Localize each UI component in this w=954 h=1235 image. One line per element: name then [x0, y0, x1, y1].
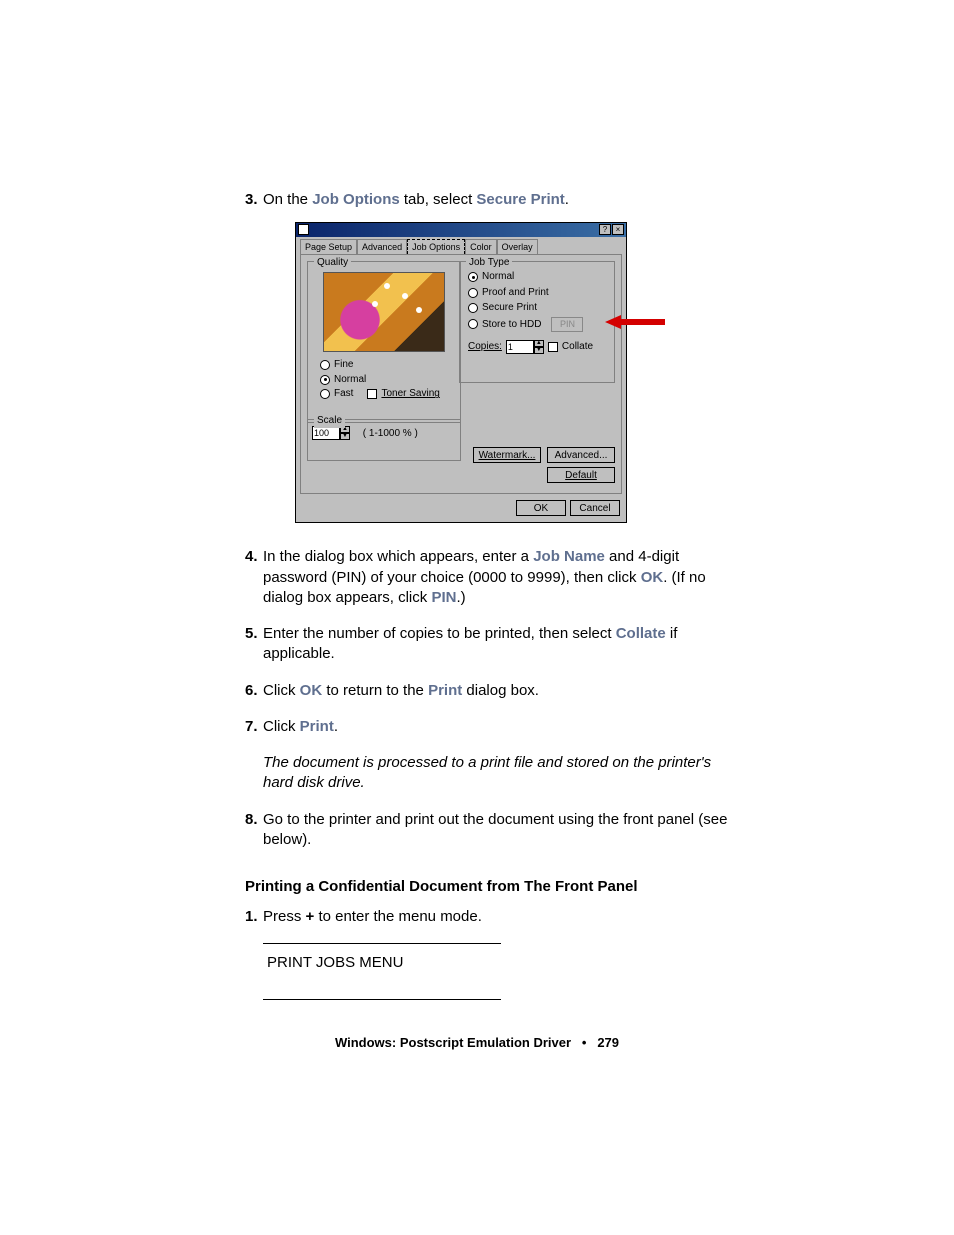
label: Proof and Print [482, 286, 549, 300]
label: Toner Saving [381, 387, 439, 401]
text: tab, select [400, 191, 477, 208]
step-5: 5. Enter the number of copies to be prin… [245, 624, 744, 665]
step-8: 8. Go to the printer and print out the d… [245, 810, 744, 851]
toner-checkbox[interactable] [367, 389, 377, 399]
group-label: Quality [314, 256, 351, 270]
step-6: 6. Click OK to return to the Print dialo… [245, 681, 744, 701]
step-7: 7. Click Print. [245, 717, 744, 737]
collate-checkbox[interactable] [548, 342, 558, 352]
radio-secure[interactable]: Secure Print [468, 301, 610, 315]
step-list: 3. On the Job Options tab, select Secure… [245, 190, 744, 737]
tab-overlay[interactable]: Overlay [497, 239, 538, 254]
text: On the [263, 191, 312, 208]
copies-label: Copies: [468, 340, 502, 354]
scale-range: ( 1-1000 % ) [363, 428, 418, 439]
label: Normal [482, 270, 514, 284]
label: Secure Print [482, 301, 537, 315]
dialog-screenshot: ? × Page Setup Advanced Job Options Colo… [295, 222, 655, 523]
group-label: Scale [314, 414, 345, 428]
help-button[interactable]: ? [599, 224, 611, 235]
step-7-note: The document is processed to a print fil… [263, 753, 744, 794]
label: Fine [334, 358, 353, 372]
tab-color[interactable]: Color [465, 239, 497, 254]
titlebar: ? × [296, 223, 626, 237]
default-button[interactable]: Default [547, 467, 615, 483]
emph: Secure Print [476, 191, 564, 208]
tab-advanced[interactable]: Advanced [357, 239, 407, 254]
tab-page-setup[interactable]: Page Setup [300, 239, 357, 254]
cancel-button[interactable]: Cancel [570, 500, 620, 516]
copies-input[interactable] [506, 340, 534, 354]
section-heading: Printing a Confidential Document from Th… [245, 878, 744, 895]
radio-normal[interactable]: Normal [320, 373, 456, 387]
radio-fast[interactable]: Fast Toner Saving [320, 387, 456, 401]
radio-fine[interactable]: Fine [320, 358, 456, 372]
document-page: 3. On the Job Options tab, select Secure… [0, 0, 954, 1235]
copies-row: Copies: ▲▼ Collate [468, 340, 610, 354]
print-dialog: ? × Page Setup Advanced Job Options Colo… [295, 222, 627, 523]
copies-spinner[interactable]: ▲▼ [506, 340, 544, 354]
lcd-display: PRINT JOBS MENU [263, 943, 501, 1000]
scale-spinner[interactable]: ▲▼ [312, 426, 350, 440]
page-footer: Windows: Postscript Emulation Driver • 2… [0, 1035, 954, 1050]
label: Normal [334, 373, 366, 387]
collate-label: Collate [562, 340, 593, 354]
step-4: 4. In the dialog box which appears, ente… [245, 547, 744, 608]
emph: Job Options [312, 191, 400, 208]
preview-image [323, 272, 445, 352]
quality-group: Quality Fine Normal Fast To [307, 261, 461, 423]
tab-job-options[interactable]: Job Options [407, 239, 465, 254]
radio-store[interactable]: Store to HDD PIN [468, 317, 610, 332]
ok-button[interactable]: OK [516, 500, 566, 516]
pin-button[interactable]: PIN [551, 317, 583, 332]
app-icon [298, 224, 309, 235]
sec2-step-1: 1. Press + to enter the menu mode. [245, 907, 744, 927]
label: Fast [334, 387, 353, 401]
scale-group: Scale ▲▼ ( 1-1000 % ) [307, 419, 461, 461]
text: . [565, 191, 569, 208]
step-3: 3. On the Job Options tab, select Secure… [245, 190, 744, 523]
label: Store to HDD [482, 318, 541, 332]
close-button[interactable]: × [612, 224, 624, 235]
lcd-text: PRINT JOBS MENU [267, 954, 403, 971]
jobtype-group: Job Type Normal Proof and Print Secure P… [459, 261, 615, 383]
advanced-button[interactable]: Advanced... [547, 447, 615, 463]
radio-proof[interactable]: Proof and Print [468, 286, 610, 300]
radio-normal-job[interactable]: Normal [468, 270, 610, 284]
tab-panel: Quality Fine Normal Fast To [300, 254, 622, 494]
group-label: Job Type [466, 256, 512, 270]
watermark-button[interactable]: Watermark... [473, 447, 541, 463]
scale-input[interactable] [312, 426, 340, 440]
tabs: Page Setup Advanced Job Options Color Ov… [296, 237, 626, 254]
